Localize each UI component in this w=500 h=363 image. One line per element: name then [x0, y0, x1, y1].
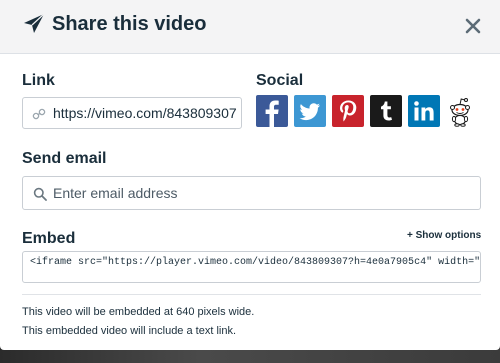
- embed-width-note: This video will be embedded at 640 pixel…: [22, 306, 255, 318]
- embed-code-box[interactable]: <iframe src="https://player.vimeo.com/vi…: [22, 251, 481, 283]
- search-icon: [33, 187, 47, 201]
- show-options-link[interactable]: + Show options: [407, 230, 481, 241]
- embed-code-textarea[interactable]: <iframe src="https://player.vimeo.com/vi…: [23, 252, 480, 282]
- linkedin-icon: [414, 101, 434, 121]
- twitter-button[interactable]: [294, 95, 326, 127]
- tumblr-icon: [381, 101, 392, 121]
- link-label: Link: [22, 72, 55, 89]
- pinterest-button[interactable]: [332, 95, 364, 127]
- modal-title: Share this video: [52, 13, 207, 35]
- email-field[interactable]: [22, 176, 481, 210]
- pinterest-icon: [340, 100, 357, 122]
- reddit-button[interactable]: [446, 93, 474, 129]
- paper-plane-icon: [24, 13, 45, 33]
- send-email-label: Send email: [22, 150, 107, 167]
- reddit-icon: [450, 98, 470, 127]
- divider: [22, 294, 481, 295]
- facebook-button[interactable]: [256, 95, 288, 127]
- linkedin-button[interactable]: [408, 95, 440, 127]
- share-modal: Share this video Link Social: [0, 0, 500, 350]
- email-input[interactable]: [53, 177, 473, 209]
- social-label: Social: [256, 72, 304, 89]
- modal-header: Share this video: [0, 0, 500, 54]
- close-icon[interactable]: [463, 16, 483, 36]
- link-input[interactable]: [53, 98, 239, 128]
- tumblr-button[interactable]: [370, 95, 402, 127]
- twitter-icon: [299, 103, 320, 121]
- link-field[interactable]: [22, 97, 242, 129]
- facebook-icon: [265, 100, 279, 127]
- embed-link-note: This embedded video will include a text …: [22, 325, 237, 337]
- embed-label: Embed: [22, 230, 76, 247]
- link-icon: [32, 108, 46, 120]
